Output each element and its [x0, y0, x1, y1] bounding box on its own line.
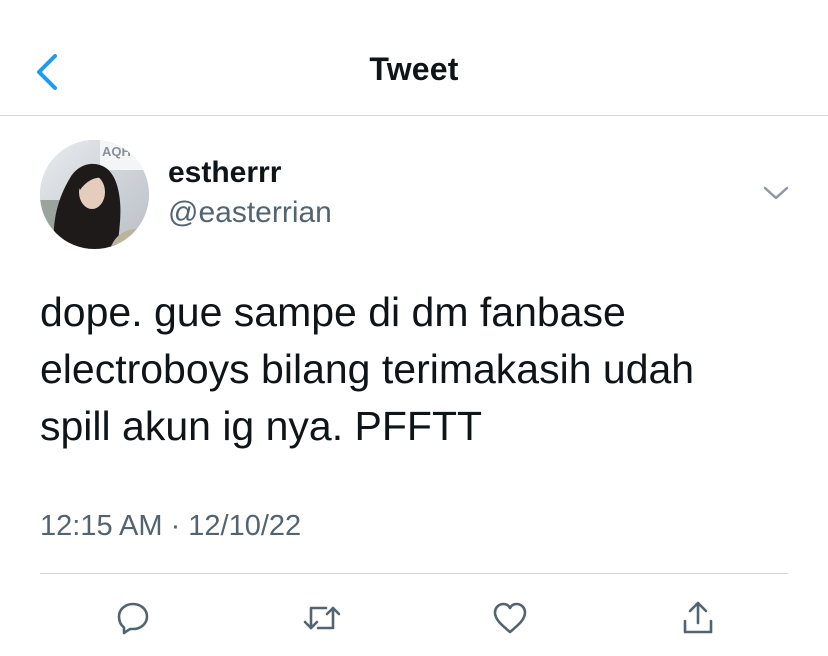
- share-icon: [683, 601, 713, 634]
- avatar[interactable]: AQH: [40, 140, 149, 249]
- reply-button[interactable]: [109, 594, 157, 642]
- tweet-text: dope. gue sampe di dm fanbase electroboy…: [40, 284, 800, 455]
- avatar-photo: AQH: [40, 140, 149, 249]
- retweet-button[interactable]: [298, 594, 346, 642]
- avatar-sign-text: AQH: [102, 144, 131, 159]
- nav-header: Tweet: [0, 0, 828, 116]
- author-handle[interactable]: @easterrian: [168, 196, 332, 230]
- chevron-down-icon: [763, 186, 789, 200]
- author-name[interactable]: estherrr: [168, 156, 281, 190]
- share-button[interactable]: [674, 594, 722, 642]
- divider: [40, 573, 788, 574]
- tweet-text-line: spill akun ig nya. PFFTT: [40, 403, 483, 449]
- tweet-timestamp[interactable]: 12:15 AM · 12/10/22: [40, 510, 301, 543]
- heart-icon: [493, 602, 527, 634]
- like-button[interactable]: [486, 594, 534, 642]
- page-title: Tweet: [369, 51, 459, 87]
- more-options-button[interactable]: [756, 178, 796, 208]
- tweet-text-line: electroboys bilang terimakasih udah: [40, 346, 695, 392]
- reply-icon: [117, 602, 149, 635]
- tweet-detail-screen: Tweet AQH estherrr @easterrian dope. gue…: [0, 0, 828, 656]
- retweet-icon: [303, 606, 341, 630]
- tweet-text-line: dope. gue sampe di dm fanbase: [40, 289, 626, 335]
